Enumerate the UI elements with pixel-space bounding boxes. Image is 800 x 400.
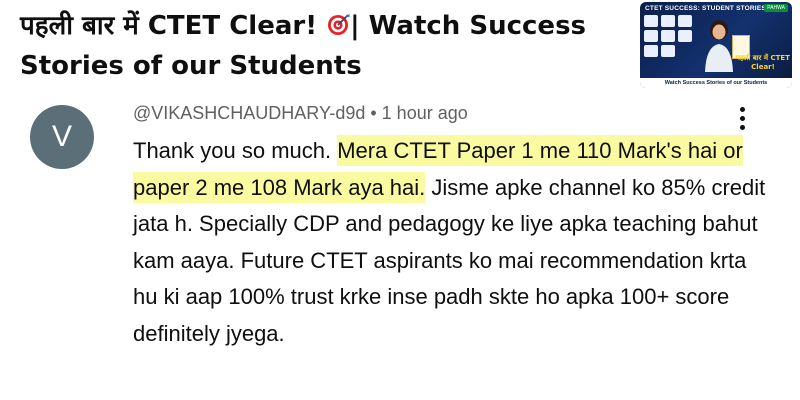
comment-time[interactable]: 1 hour ago	[382, 103, 468, 123]
avatar[interactable]: V	[30, 105, 94, 169]
thumbnail-hindi-text: पहली बार में CTET Clear!	[736, 54, 790, 71]
thumbnail-student-image	[705, 20, 733, 72]
comment-text-start: Thank you so much.	[133, 138, 338, 163]
thumbnail-top-text: CTET SUCCESS: STUDENT STORIES	[645, 5, 766, 12]
thumbnail-bottom-text: Watch Success Stories of our Students	[640, 78, 792, 88]
more-vert-icon[interactable]	[728, 104, 756, 136]
video-title-text: पहली बार में CTET Clear!	[20, 11, 327, 41]
comment-author[interactable]: @VIKASHCHAUDHARY-d9d	[133, 103, 365, 123]
comment-header: @VIKASHCHAUDHARY-d9d • 1 hour ago	[133, 100, 468, 126]
video-title[interactable]: पहली बार में CTET Clear! | Watch Success…	[20, 6, 620, 86]
target-icon	[328, 13, 350, 35]
thumbnail-logo: PAHWA	[764, 4, 788, 12]
video-thumbnail[interactable]: CTET SUCCESS: STUDENT STORIES PAHWA पहली…	[640, 2, 792, 88]
comment-separator: •	[365, 103, 382, 123]
comment-text: Thank you so much. Mera CTET Paper 1 me …	[133, 133, 773, 352]
thumbnail-student-grid-left	[644, 15, 694, 69]
